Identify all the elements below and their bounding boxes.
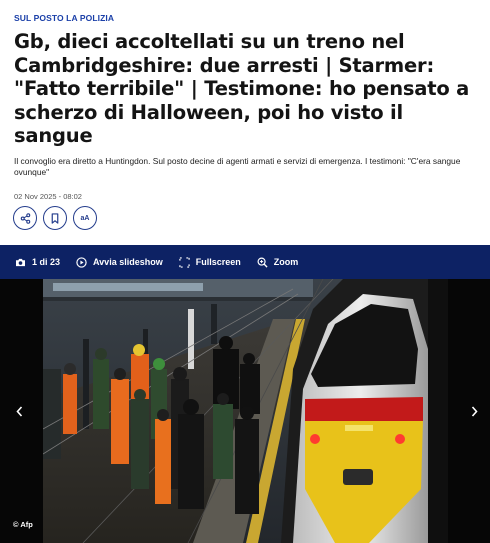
article-date: 02 Nov 2025 - 08:02 — [14, 191, 82, 201]
bookmark-button[interactable] — [43, 206, 67, 230]
zoom-icon — [257, 257, 268, 268]
article-kicker[interactable]: SUL POSTO LA POLIZIA — [14, 13, 476, 23]
fullscreen-icon — [179, 256, 190, 268]
article-actions: aA — [13, 206, 97, 230]
share-button[interactable] — [13, 206, 37, 230]
article-headline: Gb, dieci accoltellati su un treno nel C… — [14, 30, 470, 147]
gallery-counter-text: 1 di 23 — [32, 257, 61, 267]
zoom-button[interactable]: Zoom — [257, 257, 299, 268]
gallery-photo-viewer: © Afp — [0, 279, 490, 543]
station-platform-photo — [43, 279, 448, 543]
article-subtitle: Il convoglio era diretto a Huntingdon. S… — [14, 155, 461, 178]
fullscreen-label: Fullscreen — [195, 257, 241, 267]
zoom-label: Zoom — [273, 257, 299, 267]
gallery-toolbar: 1 di 23 Avvia slideshow Fullscreen Zoom — [0, 245, 490, 279]
chevron-left-icon — [15, 405, 22, 417]
gallery-photo[interactable] — [43, 279, 448, 543]
gallery-counter: 1 di 23 — [15, 257, 60, 267]
camera-icon — [16, 258, 25, 266]
share-icon — [20, 212, 30, 224]
slideshow-label: Avvia slideshow — [93, 257, 163, 267]
play-icon — [76, 256, 87, 268]
font-size-button[interactable]: aA — [73, 206, 97, 230]
article-header: SUL POSTO LA POLIZIA Gb, dieci accoltell… — [0, 0, 490, 201]
next-photo-button[interactable] — [467, 403, 481, 419]
slideshow-button[interactable]: Avvia slideshow — [76, 256, 163, 268]
bookmark-icon — [51, 212, 59, 224]
fullscreen-button[interactable]: Fullscreen — [179, 256, 241, 268]
chevron-right-icon — [471, 405, 478, 417]
font-size-label: aA — [80, 214, 90, 222]
previous-photo-button[interactable] — [12, 403, 26, 419]
photo-credit: © Afp — [13, 520, 33, 529]
